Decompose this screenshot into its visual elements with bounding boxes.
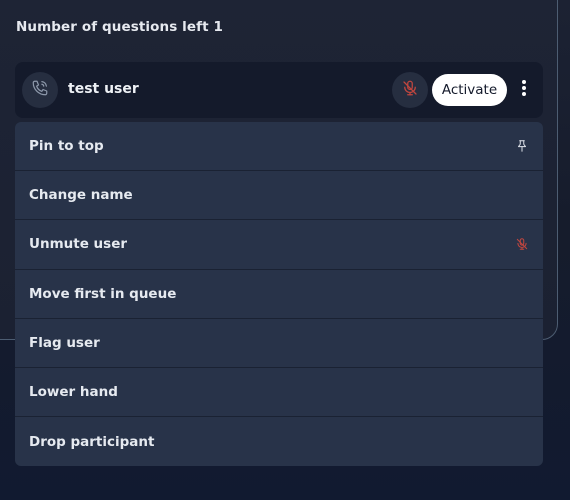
menu-item-move-first-in-queue[interactable]: Move first in queue [15, 270, 543, 319]
menu-item-label: Drop participant [29, 433, 155, 450]
microphone-muted-icon [401, 79, 419, 101]
microphone-muted-icon [515, 236, 529, 252]
menu-item-label: Change name [29, 187, 133, 204]
phone-call-icon [31, 79, 49, 101]
participant-name: test user [68, 81, 139, 97]
more-vertical-icon [521, 79, 527, 101]
participant-options-menu: Pin to top Change name Unmute user Move … [15, 122, 543, 466]
call-status-button[interactable] [22, 72, 58, 108]
pin-icon [515, 138, 529, 154]
menu-item-label: Lower hand [29, 384, 118, 401]
menu-item-lower-hand[interactable]: Lower hand [15, 368, 543, 418]
mute-toggle-button[interactable] [392, 72, 428, 108]
menu-item-unmute-user[interactable]: Unmute user [15, 220, 543, 270]
menu-item-drop-participant[interactable]: Drop participant [15, 417, 543, 466]
questions-left-count: Number of questions left 1 [16, 19, 223, 35]
menu-item-label: Unmute user [29, 236, 128, 253]
menu-item-label: Flag user [29, 334, 100, 351]
activate-button[interactable]: Activate [432, 74, 507, 106]
menu-item-label: Move first in queue [29, 285, 177, 302]
participant-row[interactable]: test user Activate [15, 62, 543, 118]
menu-item-label: Pin to top [29, 138, 104, 155]
more-options-button[interactable] [514, 78, 534, 102]
menu-item-pin-to-top[interactable]: Pin to top [15, 122, 543, 172]
menu-item-change-name[interactable]: Change name [15, 171, 543, 221]
menu-item-flag-user[interactable]: Flag user [15, 319, 543, 368]
